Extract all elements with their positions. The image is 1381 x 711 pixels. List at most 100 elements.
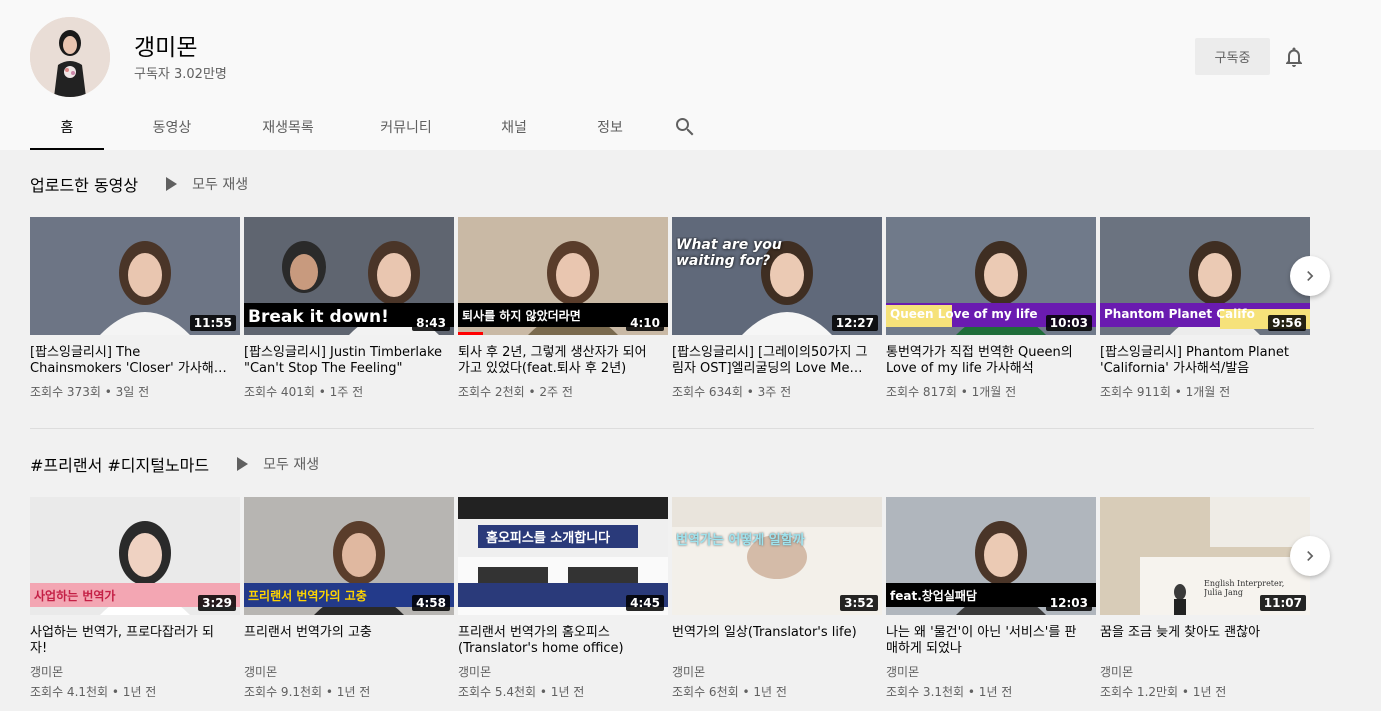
channel-tabs: 홈 동영상 재생목록 커뮤니티 채널 정보 <box>30 104 697 150</box>
thumbnail-caption: 번역가는 어떻게 일할까 <box>676 533 805 548</box>
video-card[interactable]: 퇴사를 하지 않았더라면 4:10 퇴사 후 2년, 그렇게 생산자가 되어가고 있… <box>458 217 668 401</box>
video-duration: 11:55 <box>189 315 236 331</box>
video-channel-name[interactable]: 갱미몬 <box>458 663 668 681</box>
video-thumbnail[interactable]: feat.창업실패담 12:03 <box>886 497 1096 615</box>
video-thumbnail[interactable]: English Interpreter, Julia Jang 11:07 <box>1100 497 1310 615</box>
thumbnail-caption: 퇴사를 하지 않았더라면 <box>462 309 581 323</box>
tab-home[interactable]: 홈 <box>30 104 104 150</box>
video-channel-name[interactable]: 갱미몬 <box>886 663 1096 681</box>
tab-about[interactable]: 정보 <box>560 104 660 150</box>
play-icon <box>166 177 178 191</box>
channel-name: 갱미몬 <box>134 35 198 61</box>
video-card[interactable]: Queen Love of my life 10:03 통번역가가 직접 번역한 Q… <box>886 217 1096 401</box>
subscriber-count: 구독자 3.02만명 <box>134 67 227 82</box>
video-card[interactable]: 번역가는 어떻게 일할까 3:52 번역가의 일상(Translator's lif… <box>672 497 882 701</box>
video-channel-name[interactable]: 갱미몬 <box>672 663 882 681</box>
video-duration: 4:10 <box>626 315 664 331</box>
video-card[interactable]: Phantom Planet Califo 9:56 [팝스잉글리시] Phanto… <box>1100 217 1310 401</box>
video-title[interactable]: 프리랜서 번역가의 홈오피스(Translator's home office) <box>458 625 658 657</box>
video-card[interactable]: 홈오피스를 소개합니다 4:45 프리랜서 번역가의 홈오피스(Translator… <box>458 497 668 701</box>
video-metadata: 조회수 5.4천회 • 1년 전 <box>458 685 585 699</box>
channel-header: 갱미몬 구독자 3.02만명 구독중 홈 동영상 재생목록 커뮤니티 채널 정보 <box>0 0 1381 150</box>
video-metadata: 조회수 1.2만회 • 1년 전 <box>1100 685 1227 699</box>
tab-channels[interactable]: 채널 <box>468 104 560 150</box>
video-duration: 4:45 <box>626 595 664 611</box>
search-icon[interactable] <box>673 115 697 139</box>
video-metadata: 조회수 9.1천회 • 1년 전 <box>244 685 371 699</box>
video-duration: 11:07 <box>1259 595 1306 611</box>
video-title[interactable]: 프리랜서 번역가의 고충 <box>244 625 444 657</box>
video-title[interactable]: [팝스잉글리시] [그레이의50가지 그림자 OST]엘리굴딩의 Love Me… <box>672 345 872 377</box>
tab-videos[interactable]: 동영상 <box>112 104 232 150</box>
video-thumbnail[interactable]: 홈오피스를 소개합니다 4:45 <box>458 497 668 615</box>
video-thumbnail[interactable]: Phantom Planet Califo 9:56 <box>1100 217 1310 335</box>
shelf-divider <box>30 428 1314 429</box>
video-metadata: 조회수 6천회 • 1년 전 <box>672 685 787 699</box>
subscribe-button[interactable]: 구독중 <box>1195 38 1270 75</box>
video-metadata: 조회수 3.1천회 • 1년 전 <box>886 685 1013 699</box>
video-card[interactable]: 11:55 [팝스잉글리시] The Chainsmokers 'Closer' … <box>30 217 240 401</box>
video-card[interactable]: What are you waiting for? 12:27 [팝스잉글리시] [… <box>672 217 882 401</box>
video-metadata: 조회수 401회 • 1주 전 <box>244 385 364 399</box>
video-thumbnail[interactable]: What are you waiting for? 12:27 <box>672 217 882 335</box>
shelf-header-uploads: 업로드한 동영상 모두 재생 <box>30 172 248 196</box>
video-card[interactable]: 사업하는 번역가 3:29 사업하는 번역가, 프로다잡러가 되자! 갱미몬 조회수 4… <box>30 497 240 701</box>
video-thumbnail[interactable]: 사업하는 번역가 3:29 <box>30 497 240 615</box>
chevron-right-icon[interactable] <box>1290 536 1330 576</box>
video-duration: 3:52 <box>840 595 878 611</box>
video-title[interactable]: [팝스잉글리시] Phantom Planet 'California' 가사해… <box>1100 345 1300 377</box>
video-card[interactable]: feat.창업실패담 12:03 나는 왜 '물건'이 아닌 '서비스'를 판매하게… <box>886 497 1096 701</box>
video-title[interactable]: 퇴사 후 2년, 그렇게 생산자가 되어가고 있었다(feat.퇴사 후 2년) <box>458 345 658 377</box>
thumbnail-caption: feat.창업실패담 <box>890 589 977 603</box>
video-duration: 8:43 <box>412 315 450 331</box>
play-all-label: 모두 재생 <box>263 457 320 473</box>
video-duration: 10:03 <box>1045 315 1092 331</box>
channel-home-content: 업로드한 동영상 모두 재생 11:55 [팝스잉글리시] The Chainsm… <box>0 150 1381 711</box>
video-title[interactable]: 꿈을 조금 늦게 찾아도 괜찮아 <box>1100 625 1300 657</box>
video-metadata: 조회수 911회 • 1개월 전 <box>1100 385 1231 399</box>
video-thumbnail[interactable]: Break it down! 8:43 <box>244 217 454 335</box>
video-channel-name[interactable]: 갱미몬 <box>1100 663 1310 681</box>
play-icon <box>237 457 249 471</box>
video-row-freelancer: 사업하는 번역가 3:29 사업하는 번역가, 프로다잡러가 되자! 갱미몬 조회수 4… <box>30 497 1314 701</box>
video-thumbnail[interactable]: 프리랜서 번역가의 고충 4:58 <box>244 497 454 615</box>
video-title[interactable]: 나는 왜 '물건'이 아닌 '서비스'를 판매하게 되었나 <box>886 625 1086 657</box>
video-card[interactable]: Break it down! 8:43 [팝스잉글리시] Justin Timber… <box>244 217 454 401</box>
video-metadata: 조회수 373회 • 3일 전 <box>30 385 150 399</box>
bell-icon[interactable] <box>1282 45 1306 69</box>
shelf-header-freelancer: #프리랜서 #디지털노마드 모두 재생 <box>30 452 319 476</box>
play-all-button[interactable]: 모두 재생 <box>166 174 248 194</box>
video-title[interactable]: 사업하는 번역가, 프로다잡러가 되자! <box>30 625 230 657</box>
thumbnail-caption: Phantom Planet Califo <box>1104 307 1255 321</box>
video-thumbnail[interactable]: 번역가는 어떻게 일할까 3:52 <box>672 497 882 615</box>
video-metadata: 조회수 817회 • 1개월 전 <box>886 385 1017 399</box>
channel-avatar[interactable] <box>30 17 110 97</box>
thumbnail-caption: 홈오피스를 소개합니다 <box>478 525 638 548</box>
video-title[interactable]: 통번역가가 직접 번역한 Queen의 Love of my life 가사해석 <box>886 345 1086 377</box>
thumbnail-caption: Break it down! <box>248 307 389 327</box>
video-row-uploads: 11:55 [팝스잉글리시] The Chainsmokers 'Closer' … <box>30 217 1314 401</box>
video-duration: 3:29 <box>198 595 236 611</box>
video-thumbnail[interactable]: Queen Love of my life 10:03 <box>886 217 1096 335</box>
video-channel-name[interactable]: 갱미몬 <box>30 663 240 681</box>
thumbnail-caption: Queen Love of my life <box>890 307 1038 321</box>
video-title[interactable]: [팝스잉글리시] The Chainsmokers 'Closer' 가사해석/… <box>30 345 230 377</box>
play-all-button[interactable]: 모두 재생 <box>237 454 319 474</box>
thumbnail-caption: 사업하는 번역가 <box>34 589 116 603</box>
video-card[interactable]: English Interpreter, Julia Jang 11:07 꿈을 조… <box>1100 497 1310 701</box>
video-thumbnail[interactable]: 11:55 <box>30 217 240 335</box>
video-metadata: 조회수 2천회 • 2주 전 <box>458 385 573 399</box>
video-thumbnail[interactable]: 퇴사를 하지 않았더라면 4:10 <box>458 217 668 335</box>
watch-progress-bar <box>458 332 484 335</box>
video-title[interactable]: [팝스잉글리시] Justin Timberlake "Can't Stop T… <box>244 345 444 377</box>
video-channel-name[interactable]: 갱미몬 <box>244 663 454 681</box>
video-duration: 12:03 <box>1045 595 1092 611</box>
video-card[interactable]: 프리랜서 번역가의 고충 4:58 프리랜서 번역가의 고충갱미몬조회수 9.1천회… <box>244 497 454 701</box>
tab-community[interactable]: 커뮤니티 <box>344 104 468 150</box>
shelf-title[interactable]: 업로드한 동영상 <box>30 172 138 196</box>
shelf-title[interactable]: #프리랜서 #디지털노마드 <box>30 452 209 476</box>
video-metadata: 조회수 634회 • 3주 전 <box>672 385 792 399</box>
tab-playlists[interactable]: 재생목록 <box>232 104 344 150</box>
chevron-right-icon[interactable] <box>1290 256 1330 296</box>
video-title[interactable]: 번역가의 일상(Translator's life) <box>672 625 872 657</box>
